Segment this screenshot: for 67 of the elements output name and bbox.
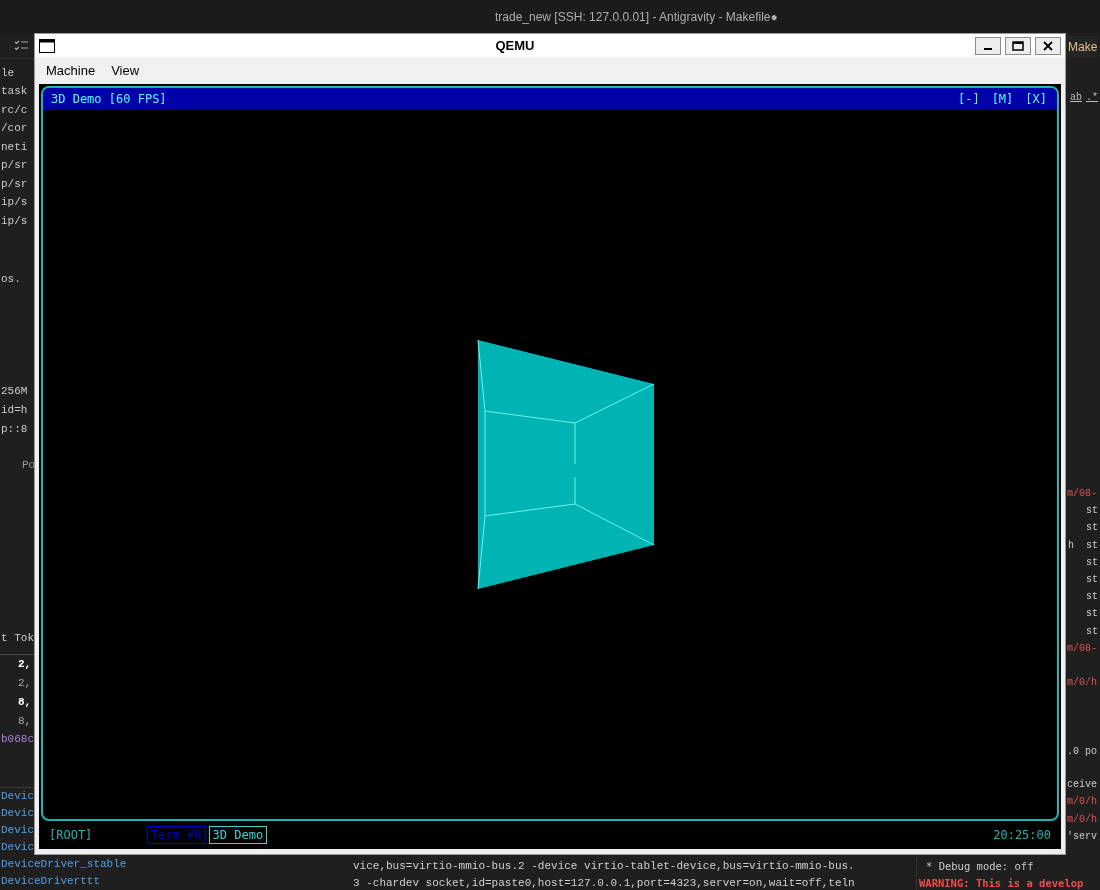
command-line: p::8 xyxy=(0,422,28,438)
outline-item[interactable]: Devic xyxy=(0,822,34,839)
outline-item[interactable]: DeviceDriverttt xyxy=(0,873,101,890)
token-count: 8, xyxy=(17,714,32,729)
output-line: 'serv xyxy=(1066,829,1098,844)
window-title: QEMU xyxy=(494,38,536,53)
token-count: 2, xyxy=(17,657,32,672)
outline-item[interactable]: Devic xyxy=(0,839,34,856)
log-line: * Debug mode: off xyxy=(925,859,1035,874)
panel-tab[interactable]: Po xyxy=(0,456,36,475)
output-line: m/0/h xyxy=(1066,675,1098,690)
code-line: rc/c xyxy=(0,103,28,118)
window-control[interactable]: [M] xyxy=(991,92,1014,106)
minimize-icon xyxy=(984,48,992,50)
code-line: /cor xyxy=(0,121,28,137)
close-button[interactable] xyxy=(1035,36,1061,55)
output-line: st xyxy=(1085,572,1099,587)
code-line: p/sr xyxy=(0,177,28,192)
code-line: os. xyxy=(0,272,21,288)
terminal-line: 3 -chardev socket,id=paste0,host=127.0.0.1,port=4323,server=on,wait=off,teln xyxy=(353,876,856,890)
output-line: st xyxy=(1085,555,1099,570)
code-line: ip/s xyxy=(0,214,28,229)
menu-item[interactable]: Machine xyxy=(46,63,96,78)
code-line: p/sr xyxy=(0,158,28,174)
close-icon xyxy=(1043,40,1053,51)
code-line: neti xyxy=(0,140,28,155)
output-line: m/0/h xyxy=(1066,795,1098,810)
outline-item[interactable]: Devic xyxy=(0,805,34,822)
output-line: m/08- xyxy=(1066,487,1098,501)
log-line: WARNING: This is a develop xyxy=(919,876,1085,890)
find-option[interactable]: ab xyxy=(1070,92,1082,103)
file-tab[interactable]: Make xyxy=(1066,35,1098,58)
demo-title: 3D Demo [60 FPS] xyxy=(51,92,167,106)
output-line: st xyxy=(1085,590,1099,605)
output-line: ceive xyxy=(1066,778,1098,793)
menu-item[interactable]: View xyxy=(111,63,140,78)
panel-heading: le xyxy=(0,66,15,82)
clock: 20:25:00 xyxy=(993,828,1051,842)
output-line: st xyxy=(1085,504,1099,519)
terminal-line: vice,bus=virtio-mmio-bus.2 -device virtio-tablet-device,bus=virtio-mmio-bus. xyxy=(353,859,856,874)
outline-item[interactable]: DeviceDriver_stable xyxy=(0,856,127,873)
code-line: task xyxy=(0,84,28,100)
outline-item[interactable]: Devic xyxy=(0,788,34,805)
output-line: m/0/h xyxy=(1066,812,1098,827)
command-line: id=h xyxy=(0,403,28,419)
output-line: h st xyxy=(1067,538,1099,553)
taskbar-item[interactable]: 3D Demo xyxy=(208,826,268,844)
output-line: st xyxy=(1085,607,1099,622)
token-count: 8, xyxy=(17,695,32,710)
command-line: 256M xyxy=(0,384,28,400)
root-label[interactable]: [ROOT] xyxy=(49,828,147,842)
output-line: st xyxy=(1085,624,1099,639)
commit-hash: b068c xyxy=(0,732,34,747)
token-count: 2, xyxy=(17,676,32,691)
window-control[interactable]: [X] xyxy=(1025,92,1047,106)
find-option[interactable]: .* xyxy=(1086,92,1099,103)
output-line: st xyxy=(1085,521,1099,536)
window-icon xyxy=(39,38,55,53)
minimize-button[interactable] xyxy=(975,36,1001,55)
window-title: trade_new [SSH: 127.0.0.01] - Antigravity - Makefile● xyxy=(495,9,778,24)
output-line: m/08- xyxy=(1066,641,1098,656)
maximize-icon xyxy=(1012,40,1024,51)
maximize-button[interactable] xyxy=(1005,36,1031,55)
output-line: .0 po xyxy=(1066,745,1098,760)
checklist-icon[interactable] xyxy=(14,39,28,52)
code-line: ip/s xyxy=(0,195,28,211)
window-control[interactable]: [-] xyxy=(957,92,980,106)
